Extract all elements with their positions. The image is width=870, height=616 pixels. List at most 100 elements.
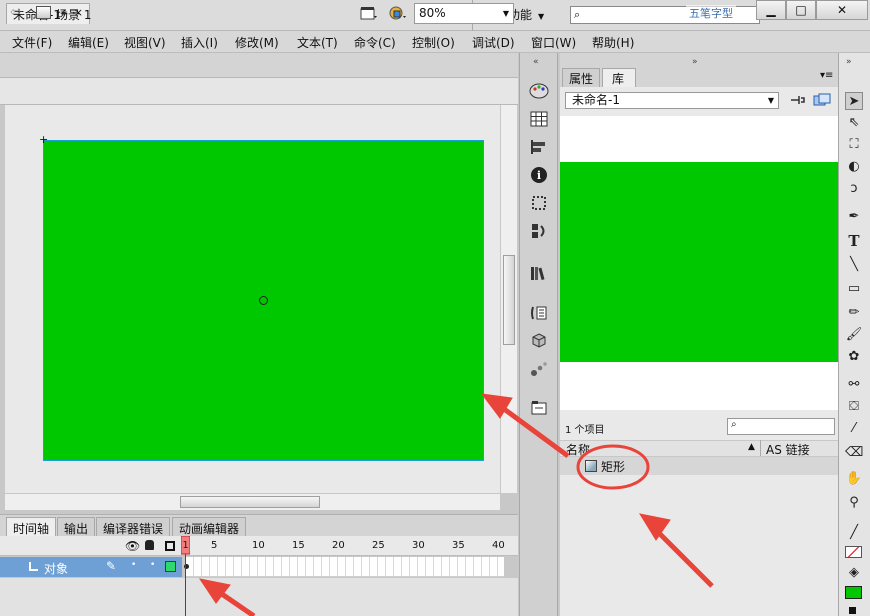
transform-icon[interactable]	[529, 194, 549, 212]
align-icon[interactable]	[529, 138, 549, 156]
swatches-icon[interactable]	[529, 110, 549, 128]
frame-number: 5	[211, 540, 218, 551]
edit-symbols-icon[interactable]	[388, 5, 408, 21]
pencil-icon: ✎	[106, 559, 117, 573]
tab-motion-editor[interactable]: 动画编辑器	[172, 517, 247, 537]
3d-rotation-tool-icon[interactable]: ◐	[845, 158, 863, 176]
scrollbar-thumb[interactable]	[180, 496, 320, 508]
paint-bucket-tool-icon[interactable]: ⛋	[845, 398, 863, 416]
layer-name[interactable]: 对象	[44, 560, 68, 577]
menu-file[interactable]: 文件(F)	[12, 34, 52, 51]
outline-icon[interactable]	[165, 541, 175, 551]
library-search-input[interactable]: ⌕	[727, 418, 835, 435]
crosshair-icon: +	[39, 133, 49, 146]
text-tool-icon[interactable]: T	[845, 232, 863, 250]
menu-window[interactable]: 窗口(W)	[531, 34, 576, 51]
vertical-scrollbar[interactable]	[500, 105, 517, 493]
chevron-down-icon: ▼	[502, 9, 509, 18]
timeline-frames[interactable]	[186, 557, 504, 577]
selection-tool-icon[interactable]: ➤	[845, 92, 863, 110]
eyedropper-tool-icon[interactable]: ⁄	[845, 420, 863, 438]
library-icon[interactable]	[529, 264, 549, 282]
eraser-tool-icon[interactable]: ⌫	[845, 444, 863, 462]
library-document-select[interactable]: 未命名-1 ▼	[565, 92, 779, 109]
actions-icon[interactable]	[529, 304, 549, 322]
tab-compiler-errors[interactable]: 编译器错误	[96, 517, 171, 537]
color-palette-icon[interactable]	[529, 82, 549, 100]
brush-tool-icon[interactable]: 🖌	[845, 326, 863, 344]
back-arrow-icon[interactable]: ⇦	[10, 5, 21, 20]
visibility-dot[interactable]: •	[131, 560, 136, 570]
line-tool-icon[interactable]: ╲	[845, 256, 863, 274]
menu-commands[interactable]: 命令(C)	[354, 34, 396, 51]
project-icon[interactable]	[529, 398, 549, 416]
rectangle-tool-icon[interactable]: ▭	[845, 280, 863, 298]
tab-output[interactable]: 输出	[57, 517, 96, 537]
tab-library[interactable]: 库	[602, 68, 636, 87]
menu-text[interactable]: 文本(T)	[297, 34, 338, 51]
watermark: 五笔字型	[686, 5, 736, 21]
library-item-name[interactable]: 矩形	[601, 458, 625, 475]
lock-icon[interactable]	[145, 540, 154, 550]
lasso-tool-icon[interactable]: ↄ	[845, 180, 863, 198]
column-name[interactable]: 名称	[566, 441, 590, 458]
transformation-point[interactable]	[259, 296, 268, 305]
svg-text:i: i	[537, 169, 541, 182]
free-transform-tool-icon[interactable]: ⛶	[845, 136, 863, 154]
history-icon[interactable]	[529, 222, 549, 240]
menu-help[interactable]: 帮助(H)	[592, 34, 634, 51]
library-document-value: 未命名-1	[572, 93, 620, 107]
lock-dot[interactable]: •	[150, 560, 155, 570]
minimize-button[interactable]: ▁	[756, 0, 786, 20]
scene-label[interactable]: 场景 1	[56, 6, 91, 23]
maximize-button[interactable]: □	[786, 0, 816, 20]
motion-presets-icon[interactable]	[529, 360, 549, 378]
menu-edit[interactable]: 编辑(E)	[68, 34, 109, 51]
menu-control[interactable]: 控制(O)	[412, 34, 455, 51]
scrollbar-thumb[interactable]	[503, 255, 515, 345]
pen-tool-icon[interactable]: ✒	[845, 208, 863, 226]
menu-view[interactable]: 视图(V)	[124, 34, 166, 51]
frame-number: 25	[372, 540, 385, 551]
frame-number: 15	[292, 540, 305, 551]
sort-up-icon[interactable]: ▲	[748, 442, 755, 452]
layer-outline-color[interactable]	[165, 561, 176, 572]
current-frame-number: 1	[182, 540, 189, 551]
stroke-color-icon[interactable]: ╱	[845, 524, 863, 542]
pencil-tool-icon[interactable]: ✏	[845, 304, 863, 322]
collapse-arrows-icon[interactable]: »	[692, 57, 698, 67]
library-item-count: 1 个项目	[565, 425, 605, 436]
menu-modify[interactable]: 修改(M)	[235, 34, 279, 51]
pin-icon[interactable]	[789, 93, 805, 107]
chevron-down-icon: ▼	[767, 96, 774, 105]
zoom-select[interactable]: 80% ▼	[414, 3, 514, 24]
tab-properties[interactable]: 属性	[562, 68, 600, 87]
collapse-arrows-icon[interactable]: «	[533, 57, 539, 67]
subselection-tool-icon[interactable]: ⇖	[845, 114, 863, 132]
deco-tool-icon[interactable]: ✿	[845, 348, 863, 366]
bone-tool-icon[interactable]: ⚯	[845, 376, 863, 394]
preview-rectangle	[560, 162, 838, 362]
horizontal-scrollbar[interactable]	[5, 493, 500, 510]
fill-color-swatch[interactable]	[845, 586, 862, 599]
column-linkage[interactable]: AS 链接	[766, 441, 810, 458]
new-library-panel-icon[interactable]	[813, 93, 831, 107]
edit-scene-icon[interactable]	[360, 5, 378, 21]
default-colors-icon[interactable]	[849, 607, 856, 614]
close-button[interactable]: ✕	[816, 0, 868, 20]
edit-bar	[0, 77, 518, 105]
components-icon[interactable]	[529, 332, 549, 350]
collapse-arrows-icon[interactable]: »	[846, 57, 852, 67]
zoom-tool-icon[interactable]: ⚲	[845, 494, 863, 512]
eye-icon[interactable]: 👁	[125, 539, 140, 553]
stroke-color-swatch[interactable]	[845, 546, 862, 558]
timeline-empty-area	[0, 578, 518, 616]
panel-menu-icon[interactable]: ▾≡	[820, 70, 833, 81]
search-icon: ⌕	[574, 8, 581, 21]
info-icon[interactable]: i	[529, 166, 549, 184]
fill-color-icon[interactable]: ◈	[845, 564, 863, 582]
menu-insert[interactable]: 插入(I)	[181, 34, 218, 51]
tab-timeline[interactable]: 时间轴	[6, 517, 57, 537]
hand-tool-icon[interactable]: ✋	[845, 470, 863, 488]
menu-debug[interactable]: 调试(D)	[472, 34, 515, 51]
